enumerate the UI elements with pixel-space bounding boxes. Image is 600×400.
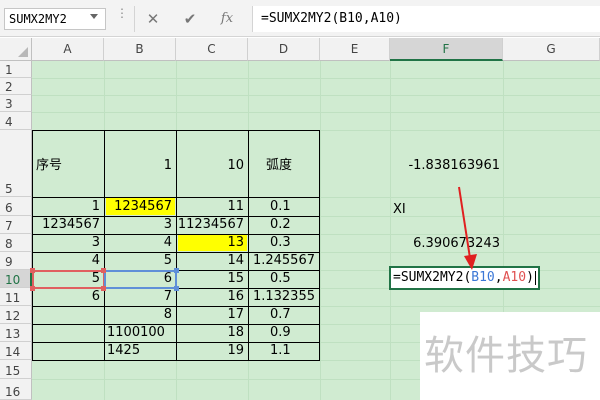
column-header-d[interactable]: D xyxy=(248,38,320,61)
row-header-2[interactable]: 2 xyxy=(0,78,32,95)
cell-d14[interactable]: 1.1 xyxy=(270,343,291,359)
watermark: 软件技巧 xyxy=(420,312,600,400)
cell-d8[interactable]: 0.3 xyxy=(270,235,291,251)
more-options-icon[interactable]: ⋮ xyxy=(116,7,128,28)
cell-a6[interactable]: 1 xyxy=(32,199,100,215)
row-header-1[interactable]: 1 xyxy=(0,61,32,78)
row-header-14[interactable]: 14 xyxy=(0,342,32,360)
cell-c14[interactable]: 19 xyxy=(176,343,244,359)
row-header-15[interactable]: 15 xyxy=(0,360,32,379)
cell-b11[interactable]: 7 xyxy=(104,289,172,305)
cell-b12[interactable]: 8 xyxy=(104,307,172,323)
row-header-10[interactable]: 10 xyxy=(0,270,32,288)
cell-c11[interactable]: 16 xyxy=(176,289,244,305)
select-all-icon xyxy=(18,47,28,57)
table-border xyxy=(319,130,320,360)
cell-a10[interactable]: 5 xyxy=(32,271,100,287)
cell-d11[interactable]: 1.132355 xyxy=(248,289,315,305)
cell-d9[interactable]: 1.245567 xyxy=(248,253,315,269)
formula-suffix: ) xyxy=(526,270,534,285)
row-header-4[interactable]: 4 xyxy=(0,112,32,130)
cell-c8[interactable]: 13 xyxy=(176,235,244,251)
cell-b13[interactable]: 1100100 xyxy=(107,325,165,341)
formula-input[interactable]: =SUMX2MY2(B10,A10) xyxy=(252,6,600,32)
cell-c5[interactable]: 10 xyxy=(176,158,244,174)
cell-c13[interactable]: 18 xyxy=(176,325,244,341)
reference-a10: A10 xyxy=(502,270,527,285)
cell-d5[interactable]: 弧度 xyxy=(266,158,292,174)
row-header-8[interactable]: 8 xyxy=(0,234,32,252)
cell-b5[interactable]: 1 xyxy=(104,158,172,174)
row-header-11[interactable]: 11 xyxy=(0,288,32,306)
cell-b14[interactable]: 1425 xyxy=(107,343,140,359)
text-cursor xyxy=(534,270,536,285)
gridline xyxy=(32,78,600,79)
gridline xyxy=(32,112,600,113)
name-box[interactable]: SUMX2MY2 xyxy=(4,8,106,30)
cell-d10[interactable]: 0.5 xyxy=(270,271,291,287)
insert-function-icon[interactable]: fx xyxy=(214,8,240,30)
cell-d12[interactable]: 0.7 xyxy=(270,307,291,323)
toolbar-divider xyxy=(134,6,135,32)
cell-d13[interactable]: 0.9 xyxy=(270,325,291,341)
row-header-3[interactable]: 3 xyxy=(0,95,32,112)
cell-a5[interactable]: 序号 xyxy=(36,158,62,174)
cell-a9[interactable]: 4 xyxy=(32,253,100,269)
cell-c6[interactable]: 11 xyxy=(176,199,244,215)
cell-a11[interactable]: 6 xyxy=(32,289,100,305)
cell-b9[interactable]: 5 xyxy=(104,253,172,269)
gridline xyxy=(32,95,600,96)
cell-f5[interactable]: -1.838163961 xyxy=(390,158,500,174)
table-border xyxy=(32,360,320,361)
column-header-b[interactable]: B xyxy=(104,38,176,61)
column-header-a[interactable]: A xyxy=(32,38,104,61)
cell-b6[interactable]: 1234567 xyxy=(104,199,172,215)
cell-c7[interactable]: 11234567 xyxy=(176,217,244,233)
row-header-7[interactable]: 7 xyxy=(0,216,32,234)
row-header-12[interactable]: 12 xyxy=(0,306,32,324)
cell-c9[interactable]: 14 xyxy=(176,253,244,269)
cell-c10[interactable]: 15 xyxy=(176,271,244,287)
cell-b8[interactable]: 4 xyxy=(104,235,172,251)
column-header-c[interactable]: C xyxy=(176,38,248,61)
column-header-g[interactable]: G xyxy=(503,38,600,61)
cell-c12[interactable]: 17 xyxy=(176,307,244,323)
cell-b10[interactable]: 6 xyxy=(104,271,172,287)
row-header-6[interactable]: 6 xyxy=(0,197,32,216)
cell-d6[interactable]: 0.1 xyxy=(270,199,291,215)
cell-a7[interactable]: 1234567 xyxy=(32,217,100,233)
cell-f6[interactable]: XI xyxy=(393,202,406,218)
column-header-e[interactable]: E xyxy=(320,38,390,61)
cancel-icon[interactable]: ✕ xyxy=(140,8,166,30)
chevron-down-icon[interactable] xyxy=(90,14,98,19)
row-header-5[interactable]: 5 xyxy=(0,130,32,197)
row-header-9[interactable]: 9 xyxy=(0,252,32,270)
table-border xyxy=(248,130,249,360)
cell-b7[interactable]: 3 xyxy=(104,217,172,233)
formula-comma: , xyxy=(494,270,503,285)
enter-icon[interactable]: ✔ xyxy=(177,8,203,30)
annotation-arrow xyxy=(458,186,477,270)
row-header-13[interactable]: 13 xyxy=(0,324,32,342)
cell-a8[interactable]: 3 xyxy=(32,235,100,251)
row-header-16[interactable]: 16 xyxy=(0,379,32,400)
column-header-f[interactable]: F xyxy=(390,38,503,61)
cell-d7[interactable]: 0.2 xyxy=(270,217,291,233)
